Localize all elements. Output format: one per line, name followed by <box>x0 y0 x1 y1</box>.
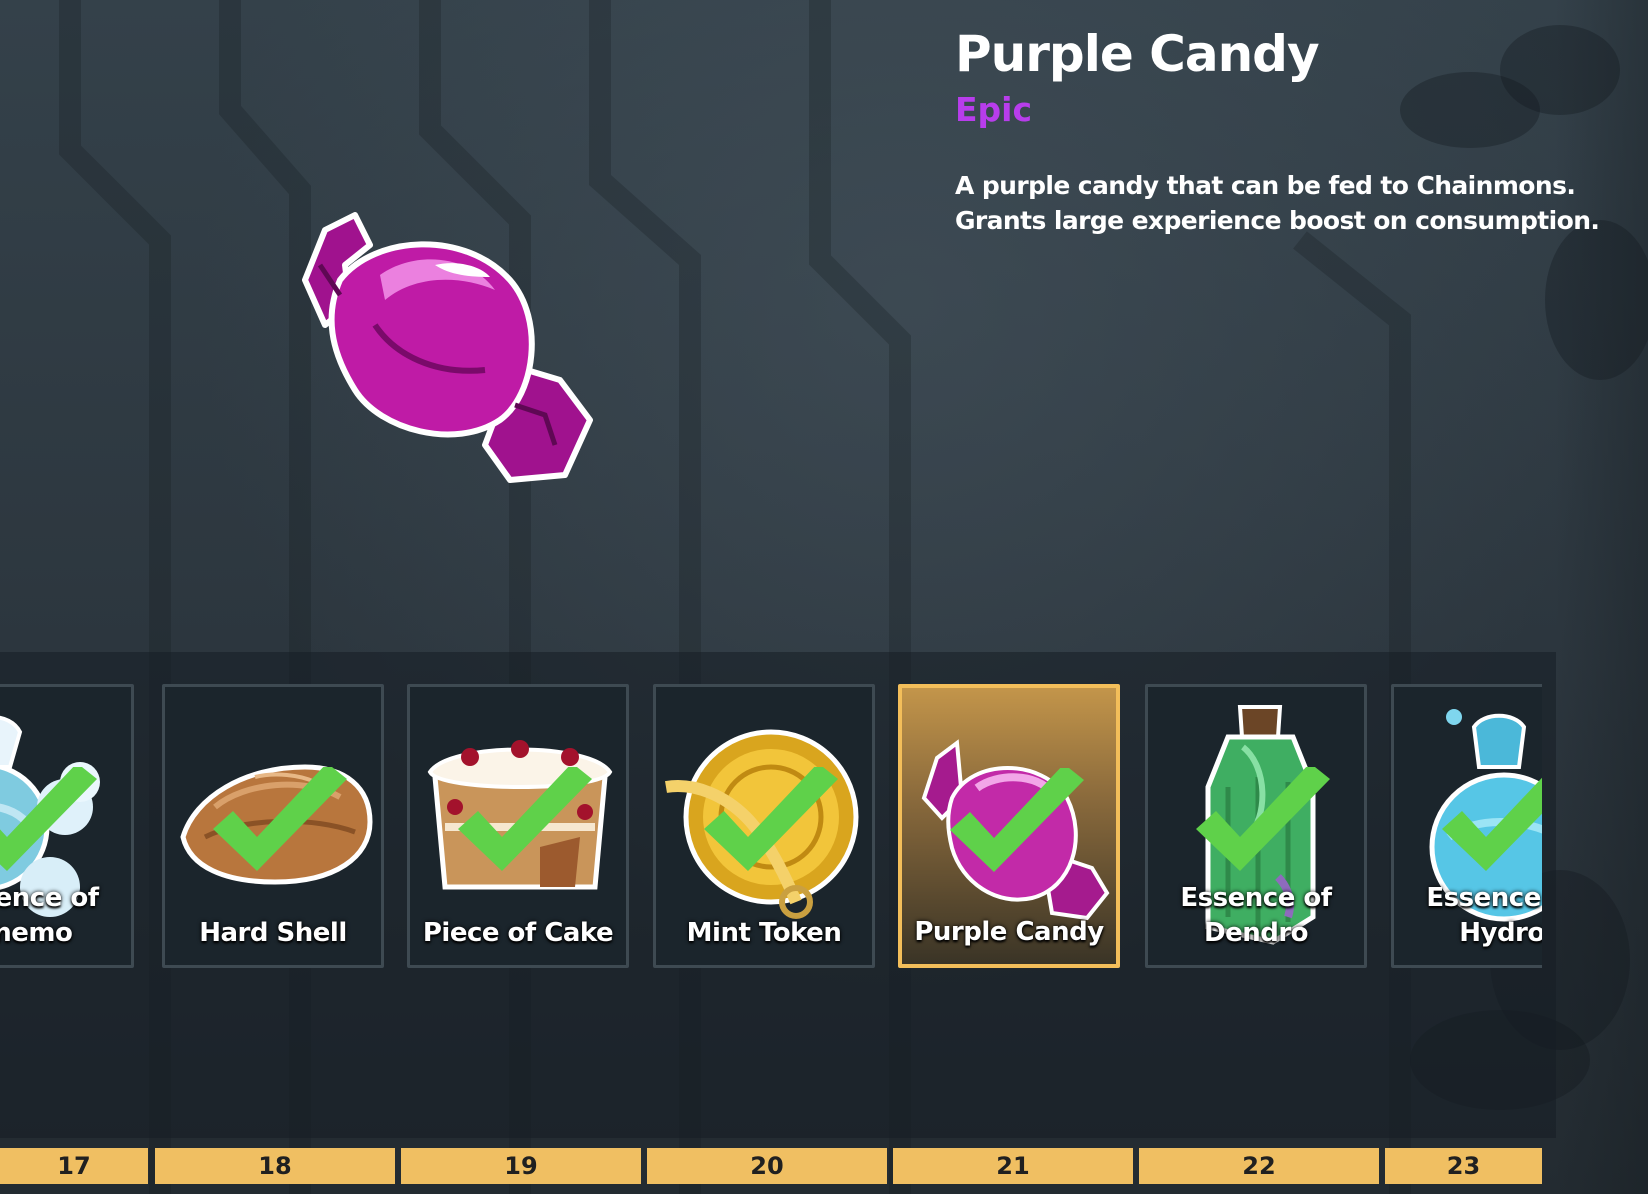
reward-card-23[interactable]: Essence of Hydro <box>1391 684 1542 968</box>
claimed-check-icon <box>950 768 1084 872</box>
item-description: A purple candy that can be fed to Chainm… <box>955 168 1635 238</box>
reward-card-18[interactable]: Hard Shell <box>162 684 384 968</box>
item-title: Purple Candy <box>955 25 1320 83</box>
item-preview-image <box>285 205 615 495</box>
reward-card-19[interactable]: Piece of Cake <box>407 684 629 968</box>
purple-candy-icon <box>302 212 593 483</box>
reward-card-label: Purple Candy <box>902 915 1116 950</box>
item-description-line: A purple candy that can be fed to Chainm… <box>955 171 1576 200</box>
reward-cards-row[interactable]: Essence of Anemo Hard Shell <box>0 684 1542 974</box>
reward-card-label-line: Mint Token <box>686 918 842 948</box>
claimed-check-icon <box>704 767 838 871</box>
reward-card-22[interactable]: Essence of Dendro <box>1145 684 1367 968</box>
claimed-check-icon <box>1196 767 1330 871</box>
claimed-check-icon <box>0 767 97 871</box>
reward-card-label: Essence of Hydro <box>1394 881 1542 951</box>
reward-card-17[interactable]: Essence of Anemo <box>0 684 134 968</box>
reward-card-label: Piece of Cake <box>410 916 626 951</box>
level-marker-18: 18 <box>155 1148 395 1184</box>
reward-card-label-line: Essence of <box>1426 883 1542 913</box>
claimed-check-icon <box>458 767 592 871</box>
reward-card-label-line: Anemo <box>0 918 73 948</box>
item-info-panel: Purple Candy Epic A purple candy that ca… <box>955 24 1635 238</box>
level-marker-21: 21 <box>893 1148 1133 1184</box>
level-marker-17: 17 <box>0 1148 148 1184</box>
reward-card-label-line: Hydro <box>1459 918 1542 948</box>
reward-card-label: Essence of Anemo <box>0 881 131 951</box>
reward-card-label-line: Purple Candy <box>914 917 1104 947</box>
reward-card-label-line: Piece of Cake <box>422 918 614 948</box>
reward-card-21-selected[interactable]: Purple Candy <box>898 684 1120 968</box>
item-description-line: Grants large experience boost on consump… <box>955 206 1600 235</box>
item-rarity: Epic <box>955 90 1033 129</box>
reward-card-label-line: Essence of <box>0 883 99 913</box>
level-marker-22: 22 <box>1139 1148 1379 1184</box>
reward-card-label: Essence of Dendro <box>1148 881 1364 951</box>
level-marker-20: 20 <box>647 1148 887 1184</box>
claimed-check-icon <box>213 767 347 871</box>
reward-card-label-line: Dendro <box>1203 918 1309 948</box>
reward-card-label: Mint Token <box>656 916 872 951</box>
reward-card-label-line: Essence of <box>1180 883 1332 913</box>
reward-card-label-line: Hard Shell <box>199 918 347 948</box>
level-track: 17 18 19 20 21 22 23 <box>0 1148 1542 1186</box>
reward-card-label: Hard Shell <box>165 916 381 951</box>
level-marker-23: 23 <box>1385 1148 1542 1184</box>
claimed-check-icon <box>1442 777 1542 871</box>
level-marker-19: 19 <box>401 1148 641 1184</box>
reward-card-20[interactable]: Mint Token <box>653 684 875 968</box>
